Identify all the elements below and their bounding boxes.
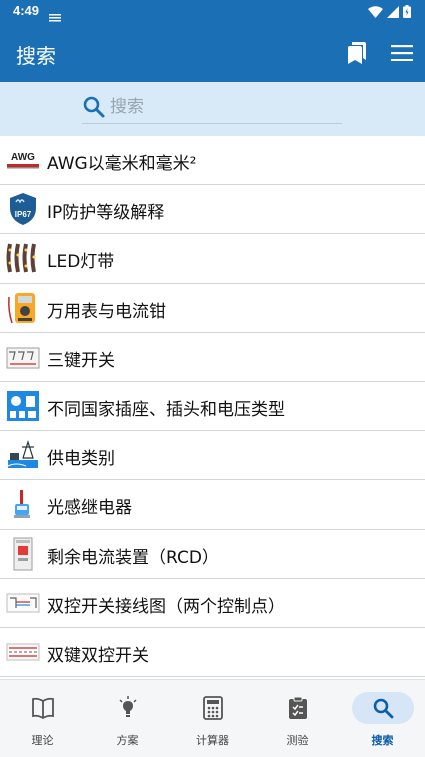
led-strip-icon [6,241,40,275]
list-item-label: 不同国家插座、插头和电压类型 [47,399,285,420]
list-item[interactable]: LED灯带 [0,234,425,284]
ip-badge-text: IP67 [15,210,32,219]
list-item[interactable]: 双控开关接线图（两个控制点） [0,579,425,628]
list-item[interactable]: 供电类别 [0,431,425,481]
socket-plug-icon [6,389,40,423]
list-item-label: 三键开关 [47,350,115,371]
list-item-label: AWG以毫米和毫米² [47,154,197,174]
nav-label: 方案 [116,734,139,747]
double-key-two-way-switch-icon [6,635,40,669]
status-time: 4:49 [13,3,40,18]
lightbulb-icon [119,696,137,717]
nav-item-theory[interactable]: 理论 [0,680,85,757]
list-item[interactable]: 双键双控开关 [0,628,425,678]
list-item[interactable]: 不同国家插座、插头和电压类型 [0,382,425,432]
list-item[interactable]: 剩余电流装置（RCD） [0,530,425,579]
nav-label: 理论 [31,734,54,747]
bookmarks-icon [348,42,366,64]
nav-item-quiz[interactable]: 测验 [255,680,340,757]
signal-icon [387,5,399,18]
nav-pill [182,692,244,724]
nav-item-search[interactable]: 搜索 [340,680,425,757]
list-item-label: 双键双控开关 [47,645,149,666]
battery-icon [403,5,411,18]
screen: 4:49 搜索 搜索 AWG AWG以毫米和毫米² IP67 IP防护等级解释 … [0,0,425,757]
rcd-icon [6,537,40,571]
status-icons [368,5,411,18]
nav-item-solutions[interactable]: 方案 [85,680,170,757]
bottom-navigation: 理论 方案 计算器 测验 搜索 [0,679,425,757]
search-box[interactable] [82,92,342,124]
search-input[interactable] [110,95,335,119]
bookmarks-button[interactable] [343,40,369,66]
list-item[interactable]: AWG AWG以毫米和毫米² [0,136,425,186]
awg-badge-text: AWG [11,152,35,163]
nav-item-calculator[interactable]: 计算器 [170,680,255,757]
ip67-shield-icon: IP67 [6,192,40,226]
nav-pill [97,692,159,724]
menu-button[interactable] [389,41,415,65]
search-icon [373,698,394,719]
page-title: 搜索 [16,44,56,68]
nav-label: 计算器 [196,734,229,747]
list-item[interactable]: IP67 IP防护等级解释 [0,185,425,235]
hamburger-menu-icon [391,45,413,61]
list-item-label: 双控开关接线图（两个控制点） [47,596,285,617]
list-item-label: 供电类别 [47,449,115,470]
awg-icon: AWG [6,143,40,177]
list-item-label: 光感继电器 [47,498,132,519]
list-item-label: 万用表与电流钳 [47,301,166,322]
list-item[interactable]: 三键开关 [0,333,425,382]
list-item-label: 剩余电流装置（RCD） [47,547,219,568]
search-results-list: AWG AWG以毫米和毫米² IP67 IP防护等级解释 LED灯带 万用表与电… [0,136,425,678]
nav-label: 搜索 [371,734,394,747]
three-key-switch-icon [6,340,40,374]
nav-label: 测验 [286,734,309,747]
list-item-label: IP防护等级解释 [47,203,165,224]
app-bar: 搜索 [0,24,425,82]
search-icon [83,96,105,118]
nav-pill [352,692,414,724]
search-bar [0,82,425,136]
list-item[interactable]: 万用表与电流钳 [0,284,425,333]
wifi-icon [368,5,383,18]
list-item[interactable]: 光感继电器 [0,480,425,530]
list-item-label: LED灯带 [47,252,115,273]
calculator-icon [203,696,223,720]
book-icon [32,697,54,719]
status-bar: 4:49 [0,0,425,24]
clipboard-check-icon [289,696,307,719]
two-way-switch-wiring-icon [6,586,40,620]
multimeter-icon [6,291,40,325]
nav-pill [12,692,74,724]
nav-pill [267,692,329,724]
light-relay-icon [6,487,40,521]
power-supply-icon [6,438,40,472]
